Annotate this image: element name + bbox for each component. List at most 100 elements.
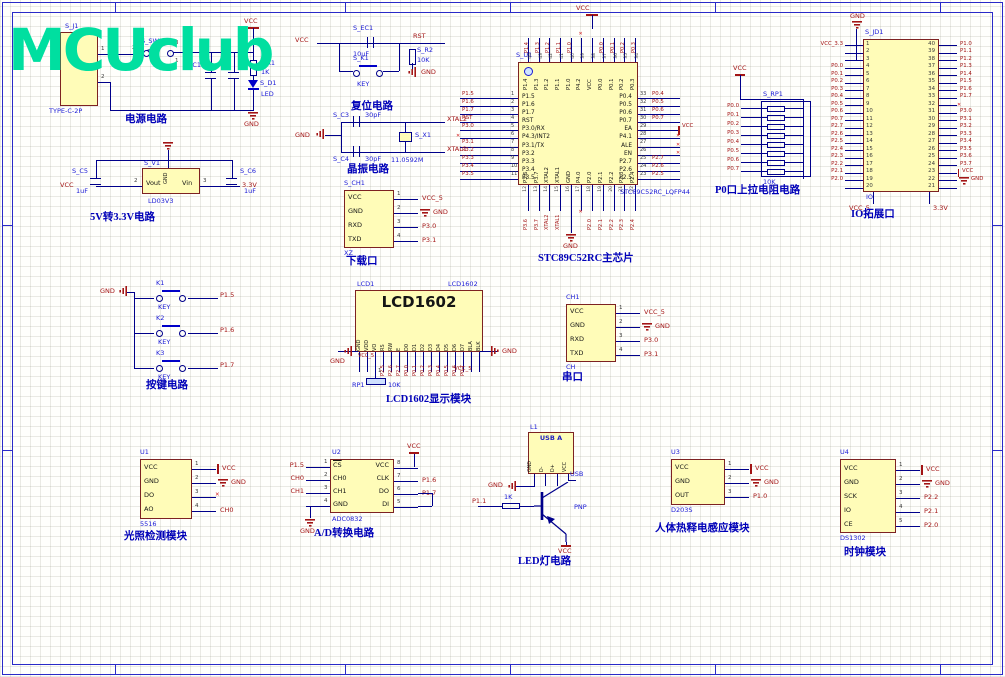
- designator: S_X1: [415, 131, 431, 139]
- module-caption: 光照检测模块: [124, 531, 187, 542]
- pin-number: 14: [544, 186, 550, 192]
- net-label: P1.6: [960, 85, 972, 92]
- pin-row: 29 VCC: [638, 122, 700, 136]
- part-label: ADC0832: [332, 515, 363, 523]
- gnd-net-label: GND: [488, 481, 503, 489]
- pin-name: GND: [570, 321, 585, 329]
- pin-column: D2 P0.2: [419, 324, 427, 378]
- net-label: P1.4: [960, 70, 972, 77]
- designator: S_C5: [72, 167, 89, 175]
- wire: [399, 43, 401, 71]
- pin-column: P0.2 35: [619, 29, 630, 62]
- usb-net-label: USB: [570, 470, 584, 478]
- pin-name: CS: [333, 461, 342, 469]
- wire: [383, 71, 399, 73]
- net-label: P1.0: [753, 491, 768, 500]
- pin-name: P2.2: [608, 171, 615, 183]
- connector-row: P0.7 11 30 P3.1: [823, 116, 1001, 124]
- designator: K1: [156, 279, 165, 287]
- led-circuit-module: L1 USB A GND D- D+ VCC GND USB P1.1 1K PNP: [470, 418, 628, 570]
- capacitor-symbol: [226, 178, 237, 185]
- border-tick: [940, 2, 941, 12]
- pin-name: EA: [624, 126, 632, 133]
- pin-row: 24 P2.6: [638, 163, 700, 174]
- pin-column: P1.3 43: [534, 29, 545, 62]
- pin-row: 8: [394, 459, 454, 472]
- gnd-symbol: [248, 112, 258, 120]
- pin-number: 19: [866, 175, 873, 182]
- pin-row: 2 GND: [394, 204, 480, 218]
- pin-number: 2: [134, 178, 138, 184]
- pin-name: D6: [452, 343, 458, 351]
- pin-number: 38: [928, 55, 935, 62]
- net-label: P3.4: [960, 138, 972, 144]
- pin-name: GND: [144, 477, 159, 485]
- module-caption: 晶振电路: [347, 164, 389, 175]
- pin-column: D3 P0.3: [427, 324, 435, 378]
- pin-number: 3: [899, 490, 903, 496]
- pin-column: E P2.7: [395, 324, 403, 378]
- net-label: P3.2: [462, 147, 474, 154]
- net-label: P0.2: [727, 120, 739, 127]
- value-label: 1uF: [244, 187, 256, 195]
- designator: S_C4: [333, 155, 350, 163]
- pin-row: P1.5 1: [280, 459, 330, 472]
- no-connect-mark: [676, 133, 680, 139]
- net-label: P0.3: [727, 129, 739, 136]
- connector-row: P0.2 6 35 P1.5: [823, 78, 1001, 87]
- pin-number: 33: [928, 93, 935, 99]
- pin-number: 32: [640, 98, 647, 105]
- pin-number: 25: [928, 153, 935, 159]
- net-label: VCC: [682, 122, 694, 129]
- resistor-row: P0.7: [715, 166, 825, 175]
- connector-row: P2.6 13 28 P3.3: [823, 131, 1001, 139]
- net-label: P0.7: [652, 114, 664, 121]
- pin-names: VCC GND SCK IO CE: [840, 461, 859, 531]
- no-connect-mark: [676, 150, 680, 156]
- pin-name: Vin: [182, 179, 193, 187]
- pin-names: VCC GND OUT: [671, 460, 690, 502]
- pin-column: P0.3 34: [630, 29, 641, 62]
- value-label: 11.0592M: [391, 156, 424, 164]
- net-label: P2.2: [831, 160, 843, 167]
- module-caption: 按键电路: [146, 380, 188, 391]
- wire: [418, 493, 432, 495]
- module-caption: 串口: [562, 372, 583, 383]
- net-label: P2.0: [924, 520, 939, 529]
- pin-name: P2.4: [629, 171, 636, 183]
- pin-number: 41: [560, 53, 566, 59]
- ldo-module: S_V1 GND Vout Vin 2 3 VCC 3.3V S_C5 1uF …: [60, 140, 275, 245]
- io-rows: VCC_3.3 1 40 P1.0 2 39 P1.1 3 38 P1.2 P0…: [821, 41, 1001, 191]
- part-label: 5516: [140, 520, 157, 528]
- net-label: GND: [655, 321, 670, 330]
- pin-name: OUT: [675, 491, 689, 499]
- pin-number: 29: [640, 122, 647, 129]
- net-label: P0.5: [444, 365, 450, 376]
- pin-name: D2: [420, 343, 426, 351]
- pin-number: 9: [511, 155, 515, 162]
- net-label: P0.2: [831, 78, 843, 84]
- wire: [134, 368, 154, 370]
- pin-number: 44: [528, 53, 533, 59]
- pin-name: P1.4: [523, 78, 529, 90]
- pin-number: 26: [640, 147, 647, 154]
- net-label: P3.3: [960, 130, 972, 137]
- wire: [310, 506, 312, 518]
- wire: [134, 298, 154, 300]
- pin-number: 3: [203, 178, 207, 184]
- net-label: P3.7: [960, 160, 972, 167]
- pin-column: 15 XTAL1: [555, 185, 566, 231]
- pin-name: P1.2: [544, 78, 551, 90]
- pin-number: 1: [728, 461, 732, 467]
- pin-number: 6: [397, 486, 401, 492]
- net-label: P0.1: [609, 42, 616, 53]
- pin-row: 23 P2.5: [638, 171, 700, 182]
- serial-port-module: CH1 VCC GND RXD TXD 1 VCC_5 2 GND 3 P3.0…: [550, 288, 682, 390]
- net-label: P2.7: [396, 365, 402, 376]
- net-label: P0.0: [598, 42, 605, 53]
- connector-label: CH: [566, 363, 576, 371]
- vcc5-net-label: VCC_5: [358, 353, 375, 359]
- pin-number: 2: [397, 205, 401, 211]
- resistor-symbol: [767, 115, 785, 121]
- pin-number: 25: [640, 155, 647, 162]
